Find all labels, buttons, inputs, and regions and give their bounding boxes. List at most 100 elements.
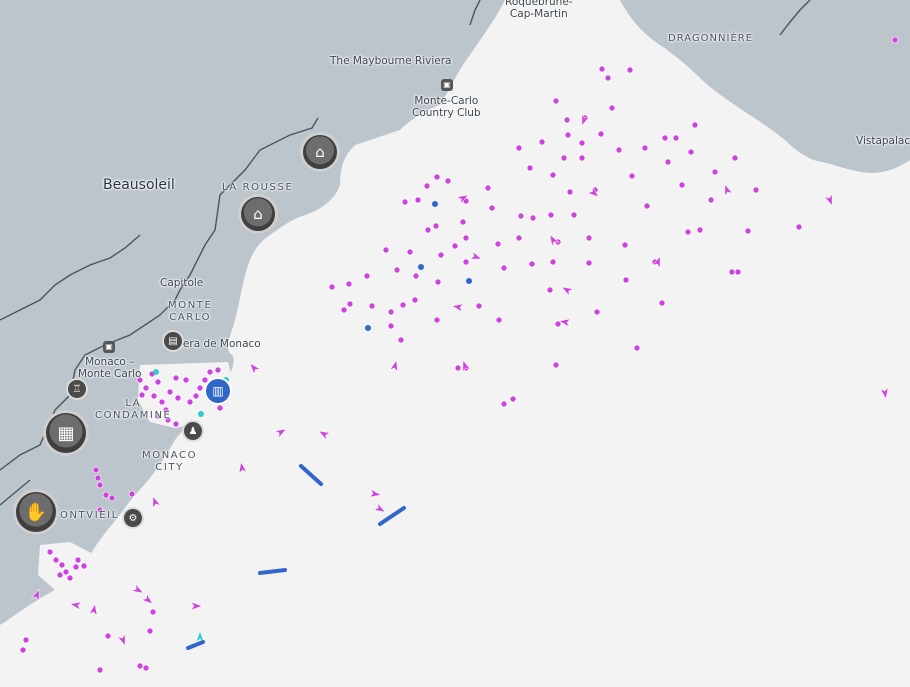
- vessel-marker[interactable]: [146, 627, 154, 635]
- vessel-marker[interactable]: [382, 246, 390, 254]
- vessel-marker[interactable]: [578, 139, 586, 147]
- vessel-marker[interactable]: [434, 278, 442, 286]
- vessel-marker[interactable]: [19, 646, 27, 654]
- map-view[interactable]: Roquebrune- Cap-Martin DRAGONNIÈRE The Ma…: [0, 0, 910, 687]
- vessel-marker[interactable]: [216, 404, 224, 412]
- vessel-marker[interactable]: [128, 490, 136, 498]
- poi-circle-icon[interactable]: ▦: [46, 413, 86, 453]
- vessel-marker[interactable]: [423, 182, 431, 190]
- vessel-marker[interactable]: [585, 234, 593, 242]
- vessel-marker[interactable]: [494, 240, 502, 248]
- vessel-marker[interactable]: [488, 204, 496, 212]
- vessel-marker[interactable]: [578, 154, 586, 162]
- vessel-marker[interactable]: [142, 664, 150, 672]
- vessel-marker[interactable]: [678, 181, 686, 189]
- vessel-marker[interactable]: [495, 316, 503, 324]
- vessel-marker[interactable]: [711, 168, 719, 176]
- train-station-icon[interactable]: ▣: [441, 79, 453, 91]
- vessel-marker[interactable]: [399, 301, 407, 309]
- vessel-marker[interactable]: [149, 608, 157, 616]
- vessel-marker-blue[interactable]: [432, 201, 438, 207]
- vessel-marker[interactable]: [684, 228, 692, 236]
- vessel-marker[interactable]: [172, 374, 180, 382]
- vessel-marker[interactable]: [345, 280, 353, 288]
- vessel-marker[interactable]: [528, 260, 536, 268]
- vessel-marker[interactable]: [552, 97, 560, 105]
- vessel-marker[interactable]: [142, 384, 150, 392]
- vessel-marker[interactable]: [744, 227, 752, 235]
- vessel-marker[interactable]: [411, 296, 419, 304]
- vessel-marker[interactable]: [196, 384, 204, 392]
- vessel-marker[interactable]: [437, 251, 445, 259]
- vessel-marker[interactable]: [346, 300, 354, 308]
- vessel-marker[interactable]: [500, 400, 508, 408]
- vessel-marker[interactable]: [547, 211, 555, 219]
- vessel-marker[interactable]: [626, 66, 634, 74]
- vessel-marker[interactable]: [554, 320, 562, 328]
- vessel-marker[interactable]: [598, 65, 606, 73]
- vessel-marker[interactable]: [166, 388, 174, 396]
- vessel-marker[interactable]: [538, 138, 546, 146]
- vessel-marker[interactable]: [546, 286, 554, 294]
- vessel-marker[interactable]: [414, 196, 422, 204]
- vessel-marker-blue[interactable]: [418, 264, 424, 270]
- vessel-marker[interactable]: [891, 36, 899, 44]
- vessel-marker[interactable]: [363, 272, 371, 280]
- vessel-marker[interactable]: [424, 226, 432, 234]
- vessel-marker[interactable]: [500, 264, 508, 272]
- vessel-marker[interactable]: [604, 74, 612, 82]
- vessel-marker[interactable]: [566, 188, 574, 196]
- vessel-marker-cyan[interactable]: [198, 411, 204, 417]
- poi-mini-icon[interactable]: ⚙: [124, 509, 142, 527]
- vessel-marker[interactable]: [397, 336, 405, 344]
- vessel-marker[interactable]: [563, 116, 571, 124]
- vessel-marker[interactable]: [549, 258, 557, 266]
- vessel-marker[interactable]: [459, 218, 467, 226]
- vessel-marker[interactable]: [432, 222, 440, 230]
- vessel-marker[interactable]: [462, 258, 470, 266]
- vessel-marker[interactable]: [664, 158, 672, 166]
- vessel-marker[interactable]: [585, 259, 593, 267]
- vessel-marker[interactable]: [136, 662, 144, 670]
- vessel-marker[interactable]: [728, 268, 736, 276]
- vessel-marker[interactable]: [201, 376, 209, 384]
- vessel-marker[interactable]: [172, 420, 180, 428]
- poi-circle-icon[interactable]: ⌂: [241, 197, 275, 231]
- vessel-marker[interactable]: [66, 574, 74, 582]
- vessel-marker[interactable]: [515, 144, 523, 152]
- vessel-marker[interactable]: [340, 306, 348, 314]
- vessel-marker[interactable]: [462, 234, 470, 242]
- vessel-marker[interactable]: [687, 148, 695, 156]
- harbour-icon[interactable]: ▥: [206, 379, 230, 403]
- vessel-marker[interactable]: [707, 196, 715, 204]
- vessel-marker[interactable]: [387, 308, 395, 316]
- vessel-marker[interactable]: [621, 241, 629, 249]
- train-station-icon[interactable]: ▣: [103, 341, 115, 353]
- vessel-marker[interactable]: [433, 173, 441, 181]
- vessel-marker[interactable]: [658, 299, 666, 307]
- vessel-marker[interactable]: [628, 172, 636, 180]
- vessel-marker[interactable]: [795, 223, 803, 231]
- poi-mini-icon[interactable]: ♖: [68, 380, 86, 398]
- vessel-marker-cyan[interactable]: [153, 369, 159, 375]
- vessel-marker[interactable]: [56, 571, 64, 579]
- vessel-marker[interactable]: [570, 211, 578, 219]
- vessel-marker[interactable]: [102, 491, 110, 499]
- vessel-marker-blue[interactable]: [466, 278, 472, 284]
- vessel-marker[interactable]: [509, 395, 517, 403]
- vessel-marker[interactable]: [696, 226, 704, 234]
- vessel-marker[interactable]: [401, 198, 409, 206]
- vessel-marker[interactable]: [622, 276, 630, 284]
- vessel-marker[interactable]: [368, 302, 376, 310]
- vessel-marker[interactable]: [58, 561, 66, 569]
- vessel-marker[interactable]: [515, 234, 523, 242]
- vessel-marker[interactable]: [752, 186, 760, 194]
- vessel-marker[interactable]: [52, 556, 60, 564]
- vessel-marker[interactable]: [206, 368, 214, 376]
- vessel-marker[interactable]: [94, 474, 102, 482]
- vessel-marker[interactable]: [643, 202, 651, 210]
- vessel-marker[interactable]: [214, 366, 222, 374]
- poi-circle-icon[interactable]: ⌂: [303, 135, 337, 169]
- vessel-marker[interactable]: [74, 556, 82, 564]
- vessel-marker[interactable]: [734, 268, 742, 276]
